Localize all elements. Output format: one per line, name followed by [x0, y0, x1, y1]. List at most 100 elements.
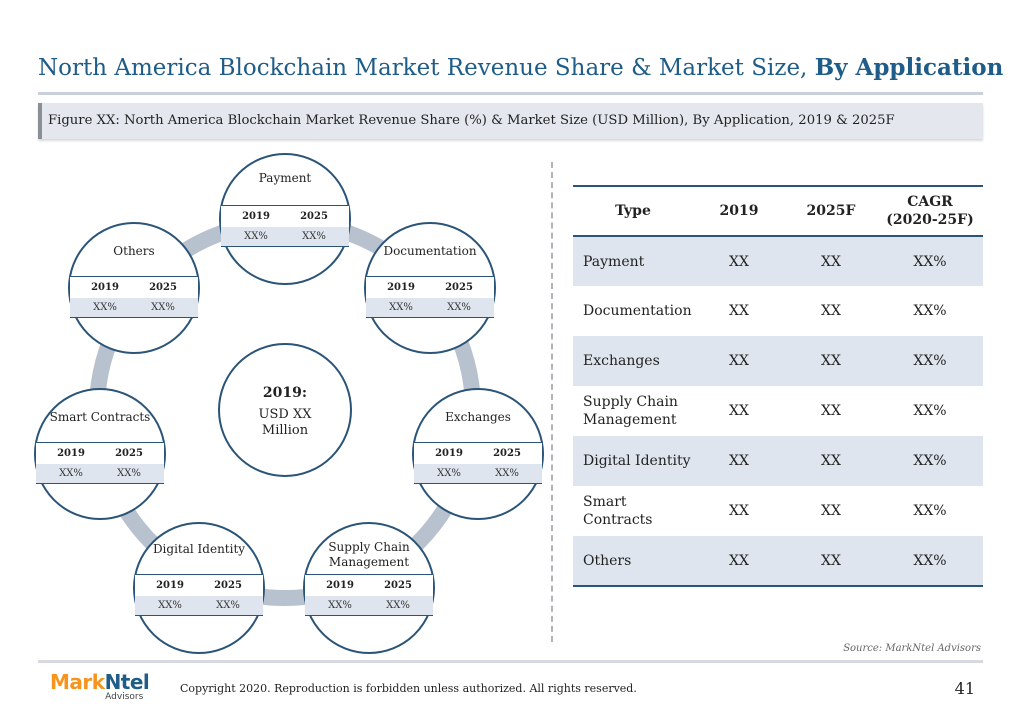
segment-circle-digital-identity: Digital Identity 2019 2025 XX% XX% — [133, 522, 265, 654]
table-cell: XX% — [913, 303, 947, 319]
data-table: Type 2019 2025F CAGR (2020-25F) Payment XX… — [573, 185, 983, 587]
table-cell: XX — [821, 303, 841, 319]
year-2025: 2025 — [300, 211, 328, 222]
page-title-bold: By Application — [814, 54, 1004, 81]
year-2019: 2019 — [242, 211, 270, 222]
table-cell: XX% — [877, 336, 983, 386]
segment-year-header: 2019 2025 — [414, 442, 542, 464]
year-2025: 2025 — [493, 448, 521, 459]
table-cell: XX% — [877, 236, 983, 286]
segment-label: Documentation — [383, 244, 477, 258]
value-2025: XX% — [495, 468, 519, 479]
table-cell: XX — [821, 403, 841, 419]
table-cell: Smart Contracts — [583, 494, 653, 528]
header-cagr: CAGR (2020-25F) — [877, 185, 983, 237]
table-cell: XX — [729, 503, 749, 519]
table-cell: XX — [821, 503, 841, 519]
source-note: Source: MarkNtel Advisors — [843, 643, 981, 654]
segment-values: XX% XX% — [135, 596, 263, 616]
year-2019: 2019 — [91, 282, 119, 293]
copyright-text: Copyright 2020. Reproduction is forbidde… — [180, 682, 637, 695]
header-type: Type — [573, 185, 693, 237]
value-2025: XX% — [386, 600, 410, 611]
footer-divider — [38, 660, 983, 663]
table-row: Others XX XX XX% — [573, 536, 983, 587]
table-cell: XX — [785, 436, 877, 486]
table-row: Smart Contracts XX XX XX% — [573, 486, 983, 536]
year-2019: 2019 — [387, 282, 415, 293]
segment-values: XX% XX% — [70, 298, 198, 318]
application-diagram: 2019: USD XX Million Payment 2019 2025 XX% XX… — [0, 0, 560, 700]
center-value: USD XX Million — [258, 407, 312, 438]
table-row: Payment XX XX XX% — [573, 236, 983, 286]
table-cell: XX — [693, 336, 785, 386]
table-cell: XX — [785, 336, 877, 386]
value-2019: XX% — [59, 468, 83, 479]
segment-label: Smart Contracts — [49, 410, 151, 424]
segment-circle-exchanges: Exchanges 2019 2025 XX% XX% — [412, 388, 544, 520]
value-2019: XX% — [389, 302, 413, 313]
segment-year-header: 2019 2025 — [70, 276, 198, 298]
segment-year-header: 2019 2025 — [135, 574, 263, 596]
segment-values: XX% XX% — [366, 298, 494, 318]
year-2019: 2019 — [326, 580, 354, 591]
table-cell: XX — [729, 403, 749, 419]
segment-values: XX% XX% — [305, 596, 433, 616]
segment-circle-documentation: Documentation 2019 2025 XX% XX% — [364, 222, 496, 354]
segment-year-header: 2019 2025 — [36, 442, 164, 464]
segment-circle-smart-contracts: Smart Contracts 2019 2025 XX% XX% — [34, 388, 166, 520]
segment-year-header: 2019 2025 — [221, 205, 349, 227]
segment-circle-others: Others 2019 2025 XX% XX% — [68, 222, 200, 354]
value-2019: XX% — [328, 600, 352, 611]
company-logo: MarkNtel Advisors — [50, 670, 150, 702]
segment-circle-supply-chain-management: Supply Chain Management 2019 2025 XX% XX% — [303, 522, 435, 654]
year-2025: 2025 — [115, 448, 143, 459]
value-2025: XX% — [447, 302, 471, 313]
table-cell: XX% — [877, 436, 983, 486]
table-cell: Exchanges — [573, 336, 693, 386]
vertical-divider — [551, 162, 553, 642]
table-cell: Payment — [573, 236, 693, 286]
year-2019: 2019 — [57, 448, 85, 459]
year-2019: 2019 — [435, 448, 463, 459]
segment-label: Payment — [258, 171, 312, 185]
value-2025: XX% — [117, 468, 141, 479]
table-cell: XX — [785, 236, 877, 286]
segment-circle-payment: Payment 2019 2025 XX% XX% — [219, 153, 351, 285]
table-cell: XX — [693, 236, 785, 286]
table-cell: Supply Chain Management — [583, 394, 678, 428]
segment-label: Supply Chain Management — [328, 540, 410, 569]
value-2019: XX% — [437, 468, 461, 479]
table-cell: XX — [785, 536, 877, 587]
value-2019: XX% — [158, 600, 182, 611]
table-cell: XX — [693, 436, 785, 486]
center-year: 2019: — [262, 385, 308, 401]
table-cell: Digital Identity — [573, 436, 693, 486]
value-2025: XX% — [151, 302, 175, 313]
segment-values: XX% XX% — [36, 464, 164, 484]
value-2019: XX% — [93, 302, 117, 313]
value-2025: XX% — [216, 600, 240, 611]
year-2019: 2019 — [156, 580, 184, 591]
table-row: Exchanges XX XX XX% — [573, 336, 983, 386]
table-cell: Others — [573, 536, 693, 587]
page-number: 41 — [954, 679, 975, 698]
segment-values: XX% XX% — [221, 227, 349, 247]
year-2025: 2025 — [214, 580, 242, 591]
segment-year-header: 2019 2025 — [366, 276, 494, 298]
segment-label: Digital Identity — [152, 542, 246, 556]
table-row: Digital Identity XX XX XX% — [573, 436, 983, 486]
table-cell: Documentation — [583, 303, 692, 319]
year-2025: 2025 — [445, 282, 473, 293]
header-2019: 2019 — [693, 185, 785, 237]
header-2025f: 2025F — [785, 185, 877, 237]
table-row: Documentation XX XX XX% — [573, 286, 983, 336]
segment-label: Exchanges — [445, 410, 511, 424]
value-2019: XX% — [244, 231, 268, 242]
table-cell: XX% — [913, 503, 947, 519]
table-row: Supply Chain Management XX XX XX% — [573, 386, 983, 436]
center-circle: 2019: USD XX Million — [218, 343, 352, 477]
table-header-row: Type 2019 2025F CAGR (2020-25F) — [573, 185, 983, 237]
value-2025: XX% — [302, 231, 326, 242]
logo-mark: Mark — [50, 670, 105, 694]
